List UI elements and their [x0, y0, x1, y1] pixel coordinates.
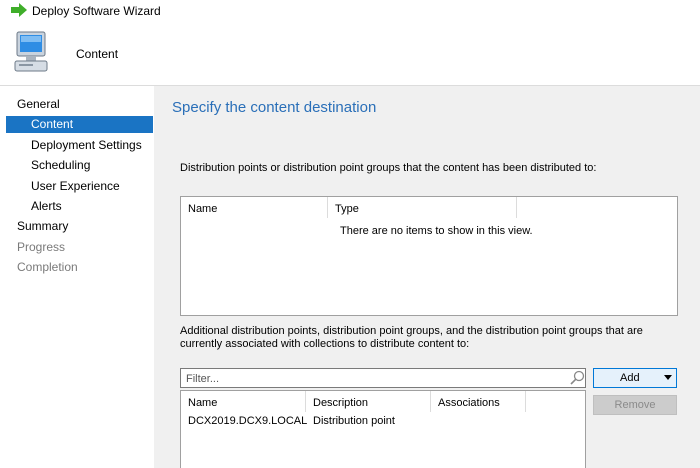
nav-item-general[interactable]: General — [0, 96, 154, 113]
remove-button: Remove — [593, 395, 677, 415]
nav-item-progress: Progress — [0, 239, 154, 256]
nav-item-alerts[interactable]: Alerts — [0, 198, 154, 215]
nav-item-user-experience[interactable]: User Experience — [0, 178, 154, 195]
search-icon[interactable] — [569, 370, 585, 386]
nav-item-content[interactable]: Content — [6, 116, 153, 133]
table-row[interactable]: DCX2019.DCX9.LOCAL Distribution point — [181, 412, 585, 430]
page-title: Content — [76, 47, 119, 61]
computer-icon — [14, 31, 48, 72]
window-title: Deploy Software Wizard — [32, 4, 161, 18]
row-name: DCX2019.DCX9.LOCAL — [188, 415, 308, 427]
nav-item-label: Deployment Settings — [31, 138, 142, 152]
add-button[interactable]: Add — [593, 368, 677, 388]
nav-item-label: Scheduling — [31, 158, 91, 172]
nav-item-label: Progress — [17, 240, 66, 254]
title-bar: Deploy Software Wizard — [0, 0, 700, 22]
distributed-description: Distribution points or distribution poin… — [180, 162, 597, 174]
nav-item-label: Alerts — [31, 199, 62, 213]
nav-item-label: Completion — [17, 260, 78, 274]
nav-item-label: Summary — [17, 219, 69, 233]
add-button-label: Add — [620, 372, 640, 384]
distributed-list[interactable]: Name Type There are no items to show in … — [180, 196, 678, 316]
nav-item-summary[interactable]: Summary — [0, 218, 154, 235]
nav-item-completion: Completion — [0, 259, 154, 276]
green-arrow-icon — [11, 3, 27, 17]
content-heading: Specify the content destination — [172, 99, 377, 116]
nav-item-deployment-settings[interactable]: Deployment Settings — [0, 137, 154, 154]
column-header-name[interactable]: Name — [181, 197, 328, 218]
nav-item-label: General — [17, 97, 60, 111]
wizard-header: Content — [0, 22, 700, 86]
wizard-nav: General Content Deployment Settings Sche… — [0, 86, 154, 468]
column-header-name[interactable]: Name — [181, 391, 306, 412]
additional-list[interactable]: Name Description Associations DCX2019.DC… — [180, 390, 586, 468]
additional-description: Additional distribution points, distribu… — [180, 325, 643, 350]
row-description: Distribution point — [313, 415, 395, 427]
nav-item-label: User Experience — [31, 179, 120, 193]
column-header-description[interactable]: Description — [306, 391, 431, 412]
filter-field[interactable] — [180, 368, 586, 389]
nav-item-scheduling[interactable]: Scheduling — [0, 157, 154, 174]
chevron-down-icon — [664, 375, 672, 380]
column-header-type[interactable]: Type — [328, 197, 517, 218]
column-header-associations[interactable]: Associations — [431, 391, 526, 412]
empty-message: There are no items to show in this view. — [340, 225, 533, 237]
nav-item-label: Content — [31, 117, 74, 131]
filter-input[interactable] — [181, 369, 568, 389]
